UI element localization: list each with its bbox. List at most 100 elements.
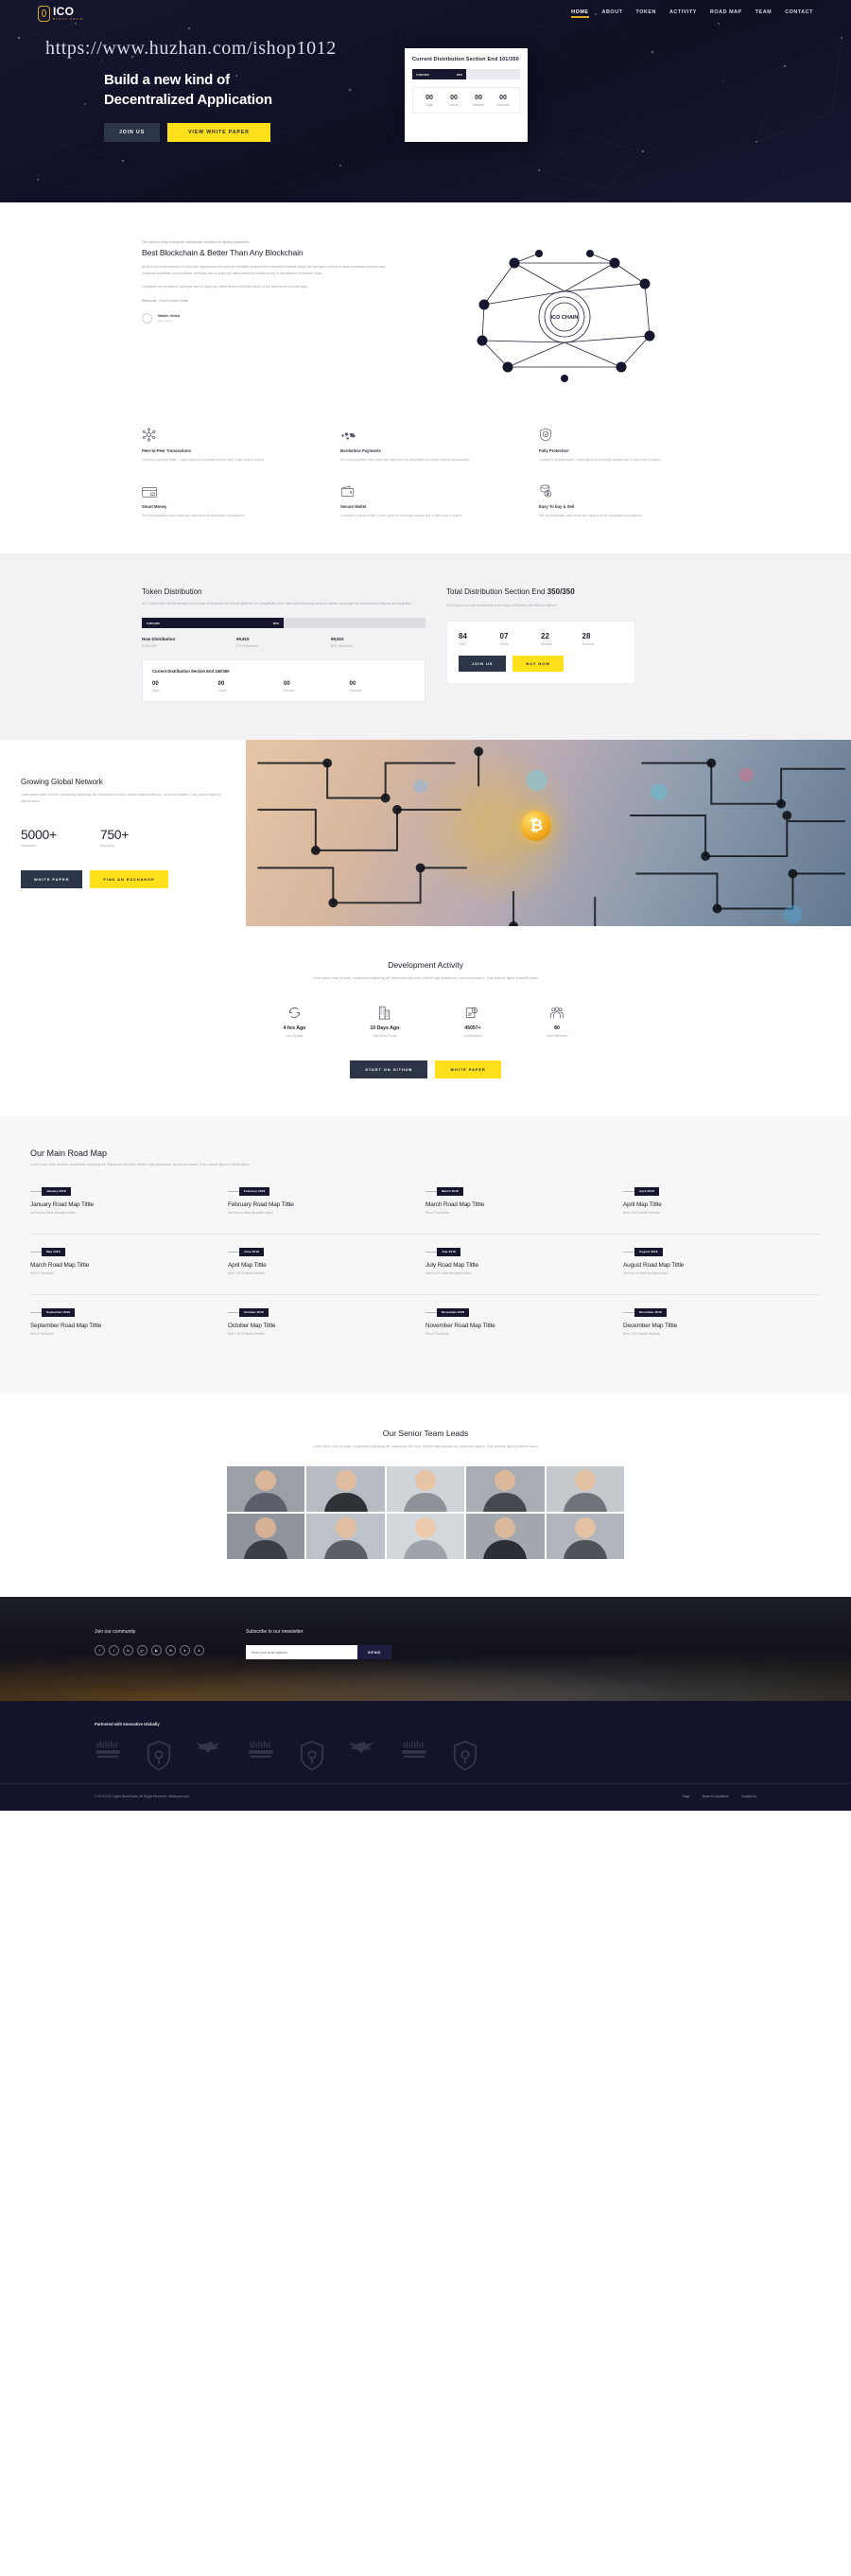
roadmap-item: January 2018 January Road Map Tittle 1st P… [30,1186,228,1235]
watch-video-button[interactable]: Watch Video How it work [142,312,395,324]
footer-link-faqs[interactable]: Faqs [683,1795,689,1798]
roadmap-sub: Site of The Month [30,1270,55,1275]
about-byline: Webicode - Ceo/Founder Chain [142,298,189,303]
team-member-photo[interactable] [227,1466,305,1513]
stat-bottom: 2,000,000 [142,644,157,649]
coins-icon [539,483,709,498]
total-heading-pre: Total Distribution Section End [446,587,547,596]
team-member-photo[interactable] [306,1466,385,1513]
nav-item-token[interactable]: TOKEN [635,9,656,18]
nav-item-home[interactable]: HOME [571,9,589,18]
diagram-center-label: ICO CHAIN [551,315,579,321]
network-white-paper-button[interactable]: WHITE PAPER [21,870,83,889]
team-member-photo[interactable] [466,1466,545,1513]
nav-menu[interactable]: HOME ABOUT TOKEN ACTIVITY ROAD MAP TEAM … [571,9,813,18]
total-distribution-desc: ICO Crypto token will be released on the… [446,603,558,607]
development-activity-section: Development Activity Lorem ipsum dolor s… [0,926,851,1116]
roadmap-title: January Road Map Tittle [30,1200,94,1208]
bitcoin-coin-icon: ₿ [521,810,552,841]
main-navigation[interactable]: ICO BLOCK CHAIN HOME ABOUT TOKEN ACTIVIT… [0,3,851,24]
team-member-photo[interactable] [546,1466,624,1513]
footer-link-contact[interactable]: Contact Us [741,1795,756,1798]
connector-line [623,1190,634,1192]
connector-line [623,1311,634,1313]
countdown-days: 00 Days [417,95,442,107]
total-countdown-hours: 07 Hours [499,632,509,647]
youtube-icon[interactable]: ▶ [151,1645,162,1656]
copyright-text: © 2018 ICO Crypto BlockChain, All Rights… [95,1795,189,1799]
dev-stat-value: 80 [554,1025,560,1031]
nav-item-about[interactable]: ABOUT [602,9,623,18]
nav-item-activity[interactable]: ACTIVITY [669,9,697,18]
nav-item-team[interactable]: TEAM [755,9,772,18]
team-member-photo[interactable] [227,1514,305,1560]
social-links[interactable]: f t in g+ ▶ ✉ ● ● [95,1645,204,1656]
feature-text: Sed ut perspiciatis unde omnis iste natu… [142,514,245,518]
jefferson-wordmark-icon [248,1740,274,1764]
connector-line [623,1251,634,1253]
token-countdown-minutes: 00 Minutes [284,681,295,693]
connector-line [30,1311,42,1313]
dev-white-paper-button[interactable]: WHITE PAPER [435,1060,501,1078]
countdown-minutes-label: Minutes [473,103,484,107]
newsletter-send-button[interactable]: SEND [357,1645,391,1660]
countdown-seconds-label: Seconds [496,103,510,107]
bitcoin-hero-image: ₿ [246,740,851,927]
features-grid: Peer-to-Peer Transactions Contrary to po… [142,428,709,519]
feature-card: Peer-to-Peer Transactions Contrary to po… [142,428,312,463]
team-description: Lorem ipsum dolor sit amet, consectetur … [312,1444,539,1448]
footer-links[interactable]: Faqs Terms & Conditions Contact Us [683,1795,756,1798]
facebook-icon[interactable]: f [95,1645,105,1656]
about-eyebrow: The world's only enterprise blockchain s… [142,240,250,244]
hero-join-us-button[interactable]: JOIN US [104,123,161,143]
watch-video-sub: How it work [158,319,172,324]
feature-text: Sed ut perspiciatis unde omnis iste natu… [539,514,642,518]
find-exchange-button[interactable]: FIND AN EXCHANGE [90,870,168,889]
countdown-days-label: Days [426,103,433,107]
team-member-photo[interactable] [386,1466,465,1513]
dev-stat-last-update: 4 hrs Ago Last Update [284,1005,305,1038]
nav-item-road-map[interactable]: ROAD MAP [710,9,742,18]
social-icon-7[interactable]: ● [180,1645,190,1656]
play-icon [142,312,152,324]
site-logo[interactable]: ICO BLOCK CHAIN [38,5,83,22]
countdown-minutes-value: 00 [475,95,482,101]
network-description: Lorem ipsum dolor sit amet, consectetur … [21,793,221,803]
hero-white-paper-button[interactable]: VIEW WHITE PAPER [167,123,270,143]
token-buy-now-button[interactable]: BUY NOW [512,656,564,673]
nav-item-contact[interactable]: CONTACT [785,9,813,18]
feature-text: Contrary to popular belief, Lorem ipsum … [340,514,462,518]
token-countdown-days: 00 Days [152,681,160,693]
total-distribution-panel: Total Distribution Section End 350/350 I… [446,587,635,702]
hero-progress-bar: 5,000,000 50% [412,69,520,79]
twitter-icon[interactable]: t [109,1645,119,1656]
roadmap-grid: January 2018 January Road Map Tittle 1st P… [30,1186,821,1355]
token-description: ICO Crypto token will be released on the… [142,601,412,605]
team-member-photo[interactable] [546,1514,624,1560]
linkedin-icon[interactable]: in [123,1645,133,1656]
googleplus-icon[interactable]: g+ [137,1645,148,1656]
team-member-photo[interactable] [386,1514,465,1560]
network-node-icon [142,428,312,442]
team-icon [547,1005,568,1020]
roadmap-title: December Map Tittle [623,1322,678,1329]
stat-top: 99,910 [236,637,250,642]
roadmap-title: March Road Map Tittle [30,1261,90,1269]
jefferson-wordmark-icon [401,1740,427,1764]
footer-link-terms[interactable]: Terms & Conditions [702,1795,729,1798]
roadmap-item: April 2018 April Map Tittle Best CSS Portf… [623,1186,821,1235]
team-member-photo[interactable] [306,1514,385,1560]
social-icon-8[interactable]: ● [194,1645,204,1656]
wallet-icon [340,483,511,498]
roadmap-heading: Our Main Road Map [30,1148,108,1158]
start-on-github-button[interactable]: START ON GITHUB [350,1060,428,1078]
dev-stat-value: 45057+ [464,1025,481,1031]
roadmap-badge: February 2018 [239,1186,270,1196]
roadmap-badge: June 2018 [239,1247,264,1256]
email-icon[interactable]: ✉ [165,1645,176,1656]
team-member-photo[interactable] [466,1514,545,1560]
newsletter-email-input[interactable] [246,1645,357,1660]
roadmap-badge: November 2018 [437,1307,470,1317]
token-join-us-button[interactable]: JOIN US [459,656,507,673]
dev-stat-value: 10 Days Ago [370,1025,400,1031]
